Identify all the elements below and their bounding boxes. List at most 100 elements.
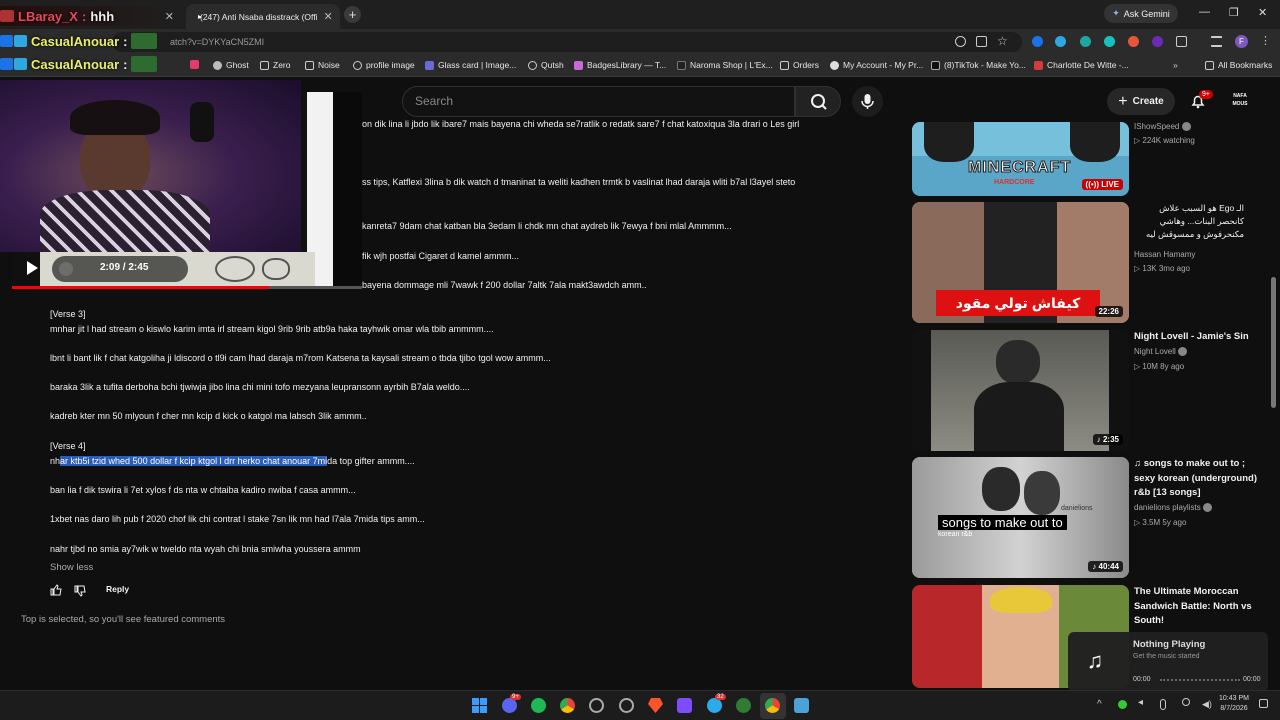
channel-name[interactable]: danielions playlists [1134, 503, 1212, 513]
duration-label: 40:44 [1098, 562, 1119, 571]
media-progress-track[interactable] [1160, 679, 1240, 681]
bookmark-item[interactable]: Naroma Shop | L'Ex... [677, 60, 773, 70]
player-time: 2:09 / 2:45 [100, 262, 148, 273]
play-icon[interactable] [27, 261, 38, 275]
channel-name[interactable]: Night Lovell [1134, 347, 1188, 357]
bookmark-item[interactable]: Ghost [213, 60, 249, 70]
video-thumbnail[interactable]: كيفاش تولي مقود 22:26 [912, 202, 1129, 323]
voice-search-button[interactable] [852, 86, 883, 117]
app-icon[interactable] [677, 698, 692, 713]
chrome-active-icon[interactable] [765, 698, 780, 713]
live-dot-icon: ((•)) [1085, 180, 1102, 189]
video-thumbnail[interactable]: ♪ 2:35 [912, 330, 1129, 451]
bookmark-label: My Account - My Pr... [843, 60, 924, 70]
extension-icon[interactable] [1152, 36, 1163, 47]
create-button[interactable]: + Create [1107, 88, 1175, 115]
bookmark-item[interactable]: Charlotte De Witte -... [1034, 60, 1129, 70]
comment-line: nahr tjbd no smia ay7wik w tweldo nta wy… [50, 544, 361, 554]
video-title[interactable]: Night Lovell - Jamie's Sin [1134, 330, 1264, 345]
page-scrollbar[interactable] [1271, 277, 1276, 408]
zoom-icon[interactable] [955, 36, 966, 47]
search-input[interactable]: Search [402, 86, 795, 117]
telegram-icon[interactable] [707, 698, 722, 713]
extension-icon[interactable] [1080, 36, 1091, 47]
app-icon[interactable] [794, 698, 809, 713]
more-bookmarks-chevron-icon[interactable]: » [1173, 60, 1178, 70]
bookmark-item[interactable]: Glass card | Image... [425, 60, 516, 70]
new-tab-button[interactable]: + [344, 6, 361, 23]
reply-button[interactable]: Reply [106, 584, 129, 594]
tray-app-icon[interactable] [1118, 700, 1127, 709]
system-clock[interactable]: 10:43 PM 8/7/2026 [1212, 694, 1256, 714]
bookmark-item[interactable]: Orders [780, 60, 819, 70]
dislike-icon[interactable] [74, 584, 86, 597]
address-bar[interactable]: atch?v=DYKYaCN5ZMI [112, 32, 1022, 52]
bookmark-star-icon[interactable]: ☆ [997, 35, 1008, 47]
chat-avatar-icon [0, 10, 14, 22]
folder-icon [260, 60, 269, 70]
video-title[interactable]: The Ultimate Moroccan Sandwich Battle: N… [1134, 585, 1264, 629]
app-icon[interactable] [736, 698, 751, 713]
extension-icon[interactable] [1104, 36, 1115, 47]
notification-center-icon[interactable] [1259, 699, 1268, 708]
volume-icon[interactable] [59, 262, 73, 276]
video-meta: ▷ 224K watching [1134, 136, 1195, 145]
minimize-button[interactable]: — [1199, 6, 1210, 18]
wifi-icon[interactable] [1182, 698, 1190, 706]
discord-icon[interactable] [502, 698, 517, 713]
profile-avatar-icon[interactable]: F [1235, 35, 1248, 48]
thumbnail-panel [912, 585, 982, 688]
bookmark-item[interactable]: All Bookmarks [1205, 60, 1272, 70]
ask-gemini-button[interactable]: ✦ Ask Gemini [1104, 4, 1178, 23]
tab-close-icon[interactable]: ✕ [323, 10, 332, 23]
video-title[interactable]: الـ Ego هو السبب علاش كانحصر البنات... و… [1134, 202, 1244, 241]
bookmark-item[interactable]: Noise [305, 60, 340, 70]
browser-tab-active[interactable]: (247) Anti Nsaba disstrack (Offi ✕ [186, 4, 340, 29]
extensions-puzzle-icon[interactable] [1176, 36, 1187, 47]
chrome-icon[interactable] [560, 698, 575, 713]
bookmark-item[interactable]: profile image [353, 60, 415, 70]
live-badge: ((•)) LIVE [1081, 179, 1123, 190]
video-thumbnail[interactable]: MINECRAFT HARDCORE ((•)) LIVE [912, 122, 1129, 196]
app-icon[interactable] [619, 698, 634, 713]
restore-button[interactable]: ❐ [1229, 6, 1239, 19]
bookmark-item[interactable]: Qutsh [528, 60, 564, 70]
extension-icon[interactable] [1032, 36, 1043, 47]
tray-back-icon[interactable]: ◂ [1138, 697, 1143, 708]
brave-icon[interactable] [648, 698, 663, 713]
close-window-button[interactable]: ✕ [1258, 6, 1267, 19]
volume-tray-icon[interactable]: ◀) [1202, 699, 1212, 710]
spotify-icon[interactable] [531, 698, 546, 713]
chat-username: CasualAnouar [31, 56, 120, 72]
channel-name[interactable]: Hassan Hamamy [1134, 250, 1195, 259]
install-app-icon[interactable] [976, 36, 987, 47]
bookmark-item[interactable]: (8)TikTok - Make Yo... [931, 60, 1026, 70]
channel-name[interactable]: IShowSpeed [1134, 122, 1191, 132]
bookmark-item[interactable] [190, 60, 199, 69]
search-button[interactable] [795, 86, 841, 117]
reading-list-icon[interactable] [1211, 36, 1222, 47]
video-title[interactable]: ♫ songs to make out to ; sexy korean (un… [1134, 457, 1264, 501]
like-icon[interactable] [50, 583, 62, 596]
windows-start-icon[interactable] [472, 698, 487, 713]
extension-icon[interactable] [1055, 36, 1066, 47]
video-thumbnail[interactable]: danielions songs to make out to korean r… [912, 457, 1129, 578]
tray-overflow-chevron-icon[interactable]: ^ [1097, 699, 1102, 710]
obs-icon[interactable] [589, 698, 604, 713]
account-avatar[interactable]: NAFA MOUS [1228, 92, 1252, 110]
thumbnail-caption: songs to make out to [938, 515, 1067, 530]
extension-icon[interactable] [1128, 36, 1139, 47]
player-progress-track[interactable] [12, 286, 362, 289]
thumbnail-person [1070, 122, 1120, 162]
show-less-link[interactable]: Show less [50, 562, 93, 573]
bookmark-item[interactable]: My Account - My Pr... [830, 60, 923, 70]
bookmark-label: BadgesLibrary — T... [587, 60, 667, 70]
comment-line: ss tips, Katflexi 3lina b dik watch d tm… [362, 177, 796, 187]
bookmark-label: Orders [793, 60, 819, 70]
browser-menu-icon[interactable]: ⋮ [1260, 36, 1271, 47]
tray-mic-icon[interactable] [1160, 699, 1166, 710]
thumbnail-figure [982, 467, 1020, 511]
bookmark-item[interactable]: Zero [260, 60, 290, 70]
chat-username: LBaray_X [18, 8, 78, 24]
bookmark-item[interactable]: BadgesLibrary — T... [574, 60, 666, 70]
